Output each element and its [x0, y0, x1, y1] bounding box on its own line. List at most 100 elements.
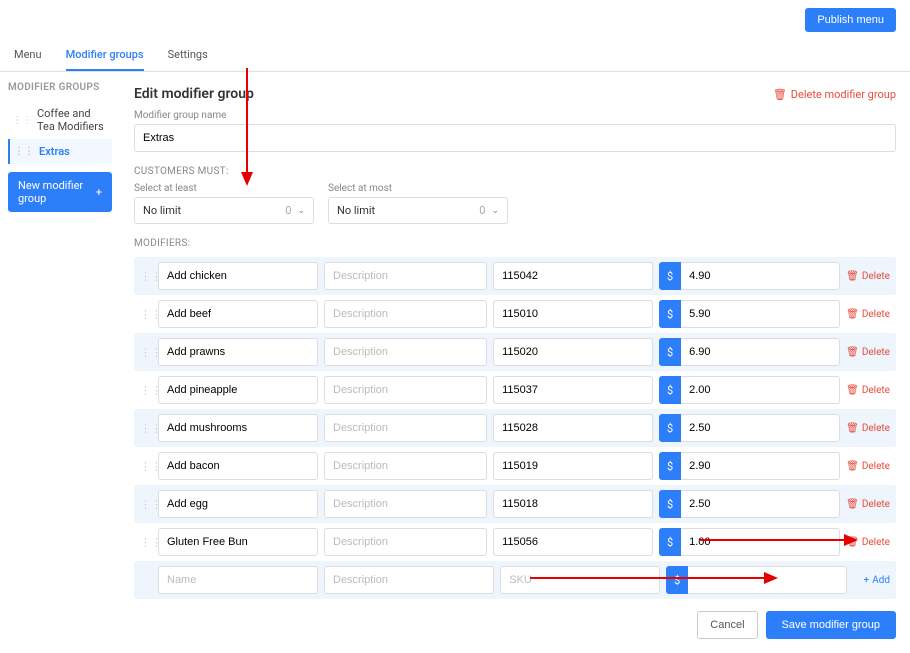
modifier-description-input[interactable] — [324, 376, 487, 404]
modifiers-label: MODIFIERS: — [134, 238, 896, 249]
modifier-price-input[interactable] — [681, 528, 840, 556]
modifier-row: ⋮⋮$🗑Delete — [134, 371, 896, 409]
modifier-description-input[interactable] — [324, 262, 487, 290]
modifier-name-input[interactable] — [158, 414, 318, 442]
trash-icon: 🗑 — [846, 271, 859, 282]
main-panel: Edit modifier group 🗑 Delete modifier gr… — [120, 72, 910, 653]
trash-icon: 🗑 — [846, 385, 859, 396]
panel-title: Edit modifier group — [134, 86, 254, 102]
modifier-price-input[interactable] — [681, 414, 840, 442]
modifier-row: ⋮⋮ $ 🗑Delete — [134, 485, 896, 523]
modifier-name-input[interactable] — [158, 338, 318, 366]
drag-handle-icon[interactable]: ⋮⋮ — [140, 422, 152, 435]
name-field-label: Modifier group name — [134, 110, 896, 121]
modifier-row: ⋮⋮ $ 🗑Delete — [134, 523, 896, 561]
modifier-sku-input[interactable] — [493, 452, 653, 480]
new-group-label: New modifier group — [18, 179, 91, 205]
drag-handle-icon[interactable]: ⋮⋮ — [140, 308, 152, 321]
at-least-number: 0 — [285, 204, 291, 217]
at-least-value: No limit — [143, 204, 181, 217]
modifier-description-input[interactable] — [324, 414, 487, 442]
currency-label: $ — [659, 262, 681, 290]
modifier-description-input[interactable] — [324, 452, 487, 480]
modifier-sku-input[interactable] — [493, 414, 653, 442]
modifier-sku-input[interactable] — [493, 300, 653, 328]
chevron-down-icon: ⌄ — [297, 206, 305, 216]
save-modifier-group-button[interactable]: Save modifier group — [766, 611, 896, 639]
delete-modifier-button[interactable]: 🗑Delete — [846, 347, 890, 358]
modifier-description-input[interactable] — [324, 300, 487, 328]
at-least-select[interactable]: No limit 0 ⌄ — [134, 197, 314, 224]
row-action-label: Delete — [862, 537, 890, 548]
modifier-price-input[interactable] — [681, 300, 840, 328]
modifier-name-input[interactable] — [158, 528, 318, 556]
drag-handle-icon[interactable]: ⋮⋮ — [140, 460, 152, 473]
delete-modifier-button[interactable]: 🗑Delete — [846, 461, 890, 472]
row-action-label: Add — [872, 575, 890, 586]
drag-handle-icon[interactable]: ⋮⋮ — [140, 270, 152, 283]
modifier-sku-input[interactable] — [500, 566, 660, 594]
delete-modifier-group-button[interactable]: 🗑 Delete modifier group — [773, 88, 896, 101]
add-modifier-button[interactable]: +Add — [853, 575, 890, 586]
modifier-sku-input[interactable] — [493, 262, 653, 290]
modifier-sku-input[interactable] — [493, 338, 653, 366]
tab-settings[interactable]: Settings — [168, 40, 208, 71]
cancel-button[interactable]: Cancel — [697, 611, 757, 639]
row-action-label: Delete — [862, 309, 890, 320]
modifier-name-input[interactable] — [158, 490, 318, 518]
modifier-description-input[interactable] — [324, 338, 487, 366]
currency-label: $ — [659, 490, 681, 518]
row-action-label: Delete — [862, 461, 890, 472]
modifier-sku-input[interactable] — [493, 490, 653, 518]
modifier-price-input[interactable] — [688, 566, 847, 594]
tab-menu[interactable]: Menu — [14, 40, 42, 71]
modifier-group-name-input[interactable] — [134, 124, 896, 152]
delete-modifier-button[interactable]: 🗑Delete — [846, 499, 890, 510]
sidebar-item-extras[interactable]: ⋮⋮ Extras — [8, 139, 112, 164]
delete-modifier-button[interactable]: 🗑Delete — [846, 385, 890, 396]
modifier-price-input[interactable] — [681, 376, 840, 404]
drag-handle-icon[interactable]: ⋮⋮ — [14, 146, 34, 157]
drag-handle-icon[interactable]: ⋮⋮ — [140, 384, 152, 397]
drag-handle-icon[interactable]: ⋮⋮ — [140, 498, 152, 511]
delete-modifier-button[interactable]: 🗑Delete — [846, 537, 890, 548]
delete-modifier-button[interactable]: 🗑Delete — [846, 423, 890, 434]
plus-icon: + — [864, 575, 870, 586]
publish-menu-button[interactable]: Publish menu — [805, 8, 896, 32]
tabs: Menu Modifier groups Settings — [0, 40, 910, 72]
modifier-description-input[interactable] — [324, 490, 487, 518]
at-most-label: Select at most — [328, 183, 508, 194]
modifier-name-input[interactable] — [158, 262, 318, 290]
delete-modifier-button[interactable]: 🗑Delete — [846, 309, 890, 320]
delete-modifier-button[interactable]: 🗑Delete — [846, 271, 890, 282]
modifier-sku-input[interactable] — [493, 376, 653, 404]
modifier-price-input[interactable] — [681, 338, 840, 366]
drag-handle-icon[interactable]: ⋮⋮ — [140, 346, 152, 359]
trash-icon: 🗑 — [846, 461, 859, 472]
row-action-label: Delete — [862, 347, 890, 358]
price-wrapper: $ — [659, 262, 840, 290]
sidebar-header: MODIFIER GROUPS — [8, 82, 112, 93]
modifier-price-input[interactable] — [681, 490, 840, 518]
sidebar-item-label: Extras — [39, 145, 70, 158]
modifier-name-input[interactable] — [158, 376, 318, 404]
modifier-description-input[interactable] — [324, 566, 494, 594]
currency-label: $ — [659, 528, 681, 556]
sidebar-item-coffee[interactable]: ⋮⋮ Coffee and Tea Modifiers — [8, 101, 112, 139]
modifier-name-input[interactable] — [158, 566, 318, 594]
new-modifier-group-button[interactable]: New modifier group + — [8, 172, 112, 212]
modifier-row: ⋮⋮ $ 🗑Delete — [134, 257, 896, 295]
at-most-select[interactable]: No limit 0 ⌄ — [328, 197, 508, 224]
modifier-name-input[interactable] — [158, 300, 318, 328]
modifier-sku-input[interactable] — [493, 528, 653, 556]
drag-handle-icon[interactable]: ⋮⋮ — [140, 536, 152, 549]
trash-icon: 🗑 — [846, 499, 859, 510]
modifier-name-input[interactable] — [158, 452, 318, 480]
drag-handle-icon[interactable]: ⋮⋮ — [12, 115, 32, 126]
modifier-description-input[interactable] — [324, 528, 487, 556]
modifier-row: ⋮⋮$🗑Delete — [134, 447, 896, 485]
modifier-price-input[interactable] — [681, 452, 840, 480]
modifier-price-input[interactable] — [681, 262, 840, 290]
row-action-label: Delete — [862, 385, 890, 396]
tab-modifier-groups[interactable]: Modifier groups — [66, 40, 144, 71]
